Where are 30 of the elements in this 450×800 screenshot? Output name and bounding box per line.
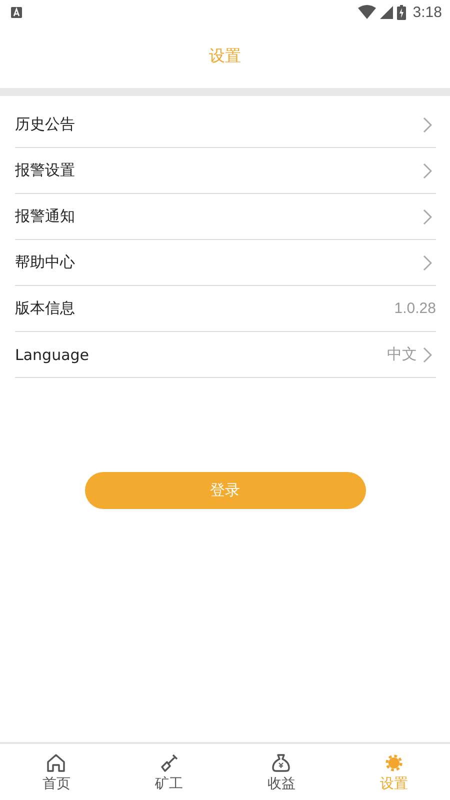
settings-row[interactable]: 历史公告 [15,102,436,148]
chevron-right-icon [423,162,432,178]
chevron-right-icon [423,116,432,132]
money-bag-icon [270,752,292,774]
clock: 3:18 [412,4,442,20]
row-label: 报警通知 [15,207,75,226]
row-label: Language [15,346,90,364]
signal-icon [380,6,393,18]
chevron-right-icon [423,346,432,362]
settings-row[interactable]: 报警通知 [15,194,436,240]
settings-row[interactable]: Language 中文 [15,332,436,378]
row-label: 报警设置 [15,161,75,180]
chevron-right-icon [423,208,432,224]
row-label: 历史公告 [15,115,75,134]
page-title: 设置 [209,46,241,66]
row-value: 中文 [387,345,417,364]
nav-tab[interactable]: 矿工 [112,744,225,800]
chevron-right-icon [423,254,432,270]
nav-tab[interactable]: 首页 [0,744,112,800]
row-value: 1.0.28 [394,300,436,317]
row-label: 版本信息 [15,299,75,318]
row-label: 帮助中心 [15,253,75,272]
notification-icon [11,6,22,18]
nav-tab[interactable]: 收益 [225,744,338,800]
settings-row[interactable]: 版本信息 1.0.28 [15,286,436,332]
settings-row[interactable]: 报警设置 [15,148,436,194]
battery-icon [396,4,406,20]
home-icon [45,752,68,774]
wifi-icon [358,5,376,19]
settings-row[interactable]: 帮助中心 [15,240,436,286]
